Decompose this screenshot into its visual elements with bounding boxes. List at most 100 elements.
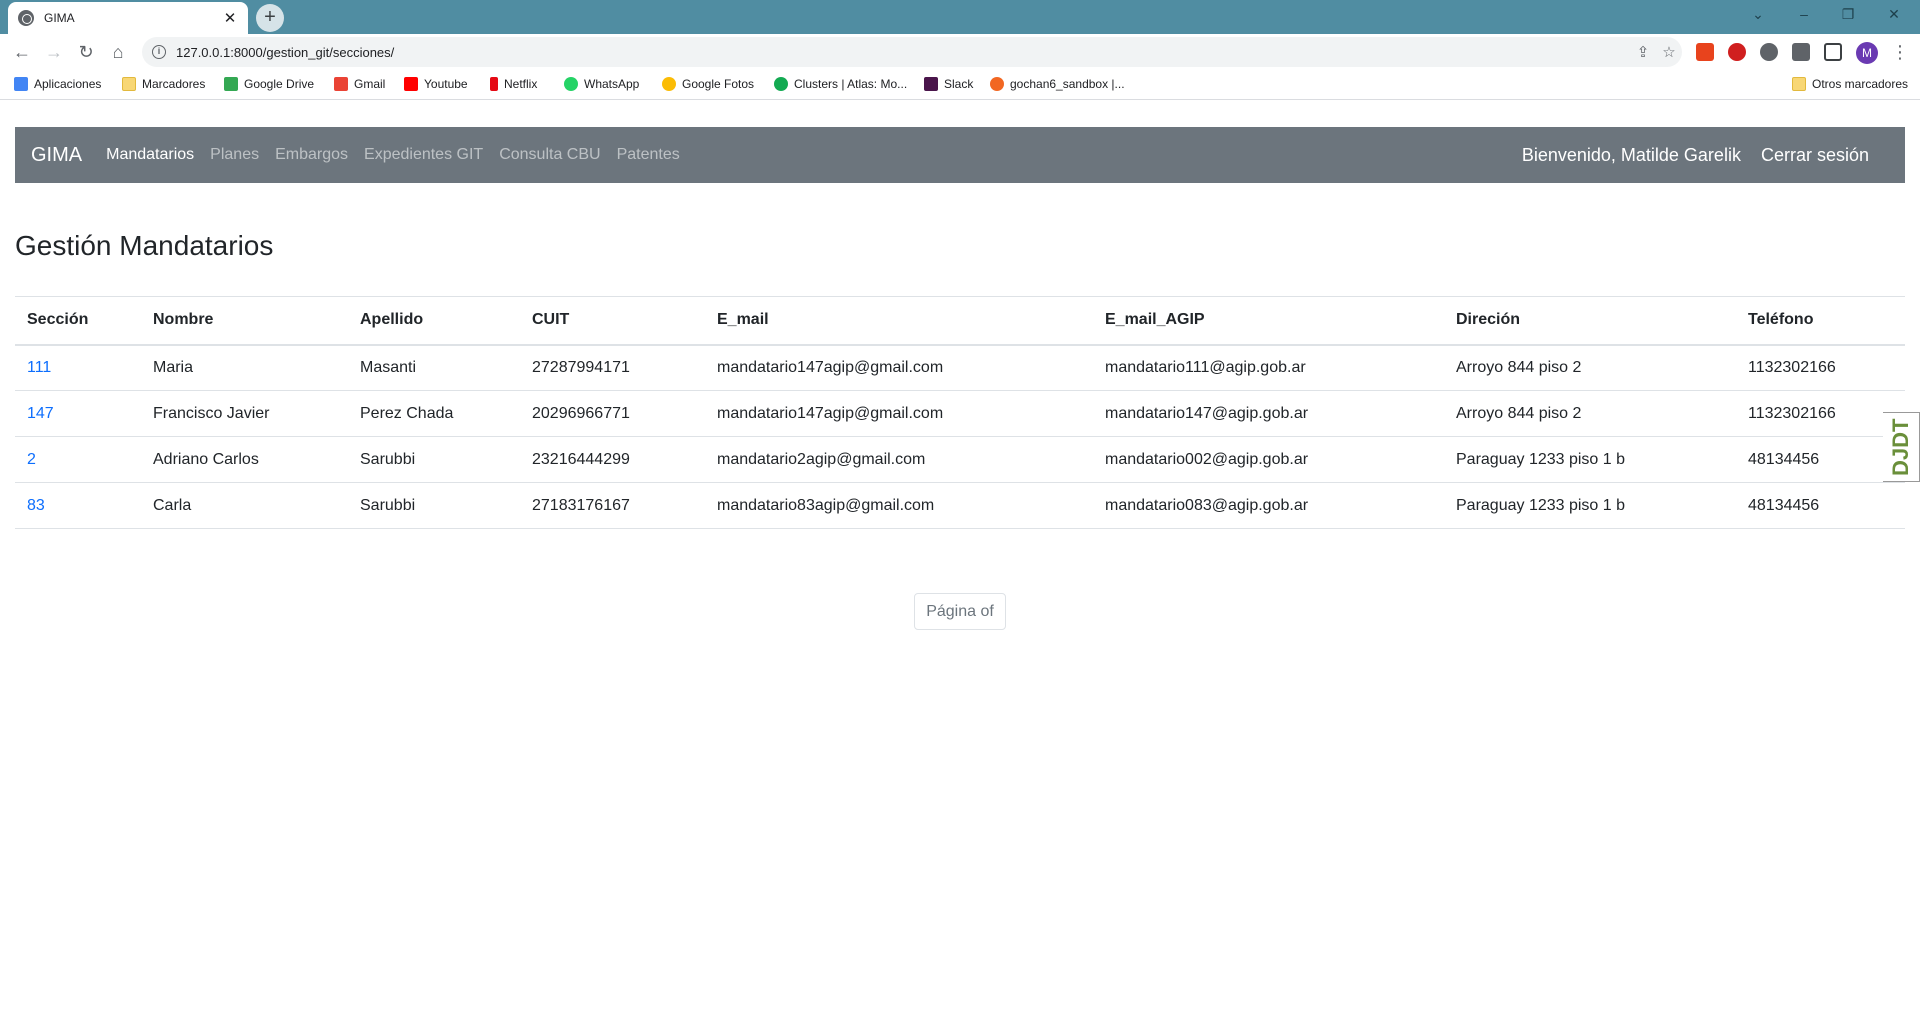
back-arrow-icon[interactable]: ← [10,40,34,64]
bookmark-clusters-atlas[interactable]: Clusters | Atlas: Mo... [774,77,907,91]
whatsapp-icon [564,77,578,91]
cell-apellido: Masanti [348,344,520,391]
nav-link-embargos[interactable]: Embargos [275,146,348,164]
close-window-button[interactable]: ✕ [1872,0,1916,30]
google-drive-icon [224,77,238,91]
menu-kebab-icon[interactable]: ⋮ [1888,40,1912,64]
seccion-link[interactable]: 111 [27,359,51,376]
bookmark-otros-marcadores[interactable]: Otros marcadores [1792,77,1908,91]
header-apellido: Apellido [348,296,520,346]
logout-link[interactable]: Cerrar sesión [1761,145,1869,166]
address-bar[interactable]: i 127.0.0.1:8000/gestion_git/secciones/ … [142,37,1682,67]
cell-email: mandatario83agip@gmail.com [705,482,1093,529]
bookmark-marcadores[interactable]: Marcadores [122,77,205,91]
app-navbar: GIMA Mandatarios Planes Embargos Expedie… [15,127,1905,183]
nav-link-planes[interactable]: Planes [210,146,259,164]
bookmarks-bar: Aplicaciones Marcadores Google Drive Gma… [0,70,1920,100]
cell-telefono: 48134456 [1736,436,1905,483]
bookmark-gmail[interactable]: Gmail [334,77,385,91]
gear-extension-icon[interactable] [1760,43,1778,61]
cell-cuit: 27287994171 [520,344,705,391]
bookmark-google-drive[interactable]: Google Drive [224,77,314,91]
globe-icon [18,10,34,26]
opera-extension-icon[interactable] [1728,43,1746,61]
site-info-icon[interactable]: i [152,45,166,59]
cell-direccion: Paraguay 1233 piso 1 b [1444,436,1736,483]
google-photos-icon [662,77,676,91]
cell-telefono: 1132302166 [1736,390,1905,437]
bookmark-netflix[interactable]: Netflix [490,77,537,91]
cell-direccion: Arroyo 844 piso 2 [1444,390,1736,437]
nav-user-area: Bienvenido, Matilde Garelik Cerrar sesió… [1502,127,1869,183]
slack-icon [924,77,938,91]
cell-nombre: Francisco Javier [141,390,348,437]
bookmark-whatsapp[interactable]: WhatsApp [564,77,639,91]
url-text[interactable]: 127.0.0.1:8000/gestion_git/secciones/ [176,45,1630,60]
share-icon[interactable]: ⇪ [1630,43,1656,61]
debug-toolbar-handle[interactable]: DJDT [1883,412,1920,482]
nav-link-patentes[interactable]: Patentes [617,146,680,164]
puzzle-extensions-icon[interactable] [1792,43,1810,61]
header-nombre: Nombre [141,296,348,346]
bookmark-youtube[interactable]: Youtube [404,77,468,91]
cell-nombre: Carla [141,482,348,529]
header-cuit: CUIT [520,296,705,346]
cell-telefono: 48134456 [1736,482,1905,529]
pagination-indicator: Página of [914,593,1006,630]
browser-tab[interactable]: GIMA ✕ [8,2,248,34]
table-row: 147 Francisco Javier Perez Chada 2029696… [15,390,1905,437]
seccion-link[interactable]: 2 [27,451,36,468]
side-panel-icon[interactable] [1824,43,1842,61]
profile-avatar[interactable]: M [1856,42,1878,64]
bookmark-gochan6-sandbox[interactable]: gochan6_sandbox |... [990,77,1125,91]
cell-direccion: Paraguay 1233 piso 1 b [1444,482,1736,529]
cell-telefono: 1132302166 [1736,344,1905,391]
tab-title: GIMA [44,11,75,25]
header-seccion: Sección [15,296,141,346]
cell-cuit: 23216444299 [520,436,705,483]
cp-icon [990,77,1004,91]
cell-email-agip: mandatario002@agip.gob.ar [1093,436,1444,483]
folder-icon [1792,77,1806,91]
cell-nombre: Maria [141,344,348,391]
cell-apellido: Sarubbi [348,436,520,483]
browser-tab-strip: GIMA ✕ + ⌄ – ❐ ✕ [0,0,1920,34]
restore-button[interactable]: ❐ [1826,0,1870,30]
close-tab-icon[interactable]: ✕ [222,9,238,27]
nav-link-mandatarios[interactable]: Mandatarios [106,146,194,164]
apps-grid-icon [14,77,28,91]
extension-icon[interactable] [1696,43,1714,61]
page-title: Gestión Mandatarios [15,230,274,261]
bookmark-google-fotos[interactable]: Google Fotos [662,77,754,91]
cell-email: mandatario147agip@gmail.com [705,390,1093,437]
header-email: E_mail [705,296,1093,346]
table-row: 2 Adriano Carlos Sarubbi 23216444299 man… [15,436,1905,483]
reload-icon[interactable]: ↻ [74,40,98,64]
table-header-row: Sección Nombre Apellido CUIT E_mail E_ma… [15,296,1905,346]
table-row: 111 Maria Masanti 27287994171 mandatario… [15,344,1905,391]
home-icon[interactable]: ⌂ [106,40,130,64]
forward-arrow-icon[interactable]: → [42,40,66,64]
nav-link-expedientes-git[interactable]: Expedientes GIT [364,146,483,164]
seccion-link[interactable]: 147 [27,405,54,422]
minimize-button[interactable]: – [1782,0,1826,30]
cell-email-agip: mandatario083@agip.gob.ar [1093,482,1444,529]
bookmark-aplicaciones[interactable]: Aplicaciones [14,77,101,91]
header-telefono: Teléfono [1736,296,1905,346]
cell-direccion: Arroyo 844 piso 2 [1444,344,1736,391]
seccion-link[interactable]: 83 [27,497,45,514]
new-tab-button[interactable]: + [256,4,284,32]
bookmark-slack[interactable]: Slack [924,77,973,91]
cell-email: mandatario147agip@gmail.com [705,344,1093,391]
table-row: 83 Carla Sarubbi 27183176167 mandatario8… [15,482,1905,529]
cell-cuit: 27183176167 [520,482,705,529]
header-email-agip: E_mail_AGIP [1093,296,1444,346]
mandatarios-table: Sección Nombre Apellido CUIT E_mail E_ma… [15,296,1905,529]
nav-link-consulta-cbu[interactable]: Consulta CBU [499,146,600,164]
cell-email-agip: mandatario111@agip.gob.ar [1093,344,1444,391]
browser-toolbar: ← → ↻ ⌂ i 127.0.0.1:8000/gestion_git/sec… [0,34,1920,70]
cell-nombre: Adriano Carlos [141,436,348,483]
brand-logo[interactable]: GIMA [31,144,82,167]
bookmark-star-icon[interactable]: ☆ [1656,43,1682,61]
tab-search-icon[interactable]: ⌄ [1736,0,1780,30]
